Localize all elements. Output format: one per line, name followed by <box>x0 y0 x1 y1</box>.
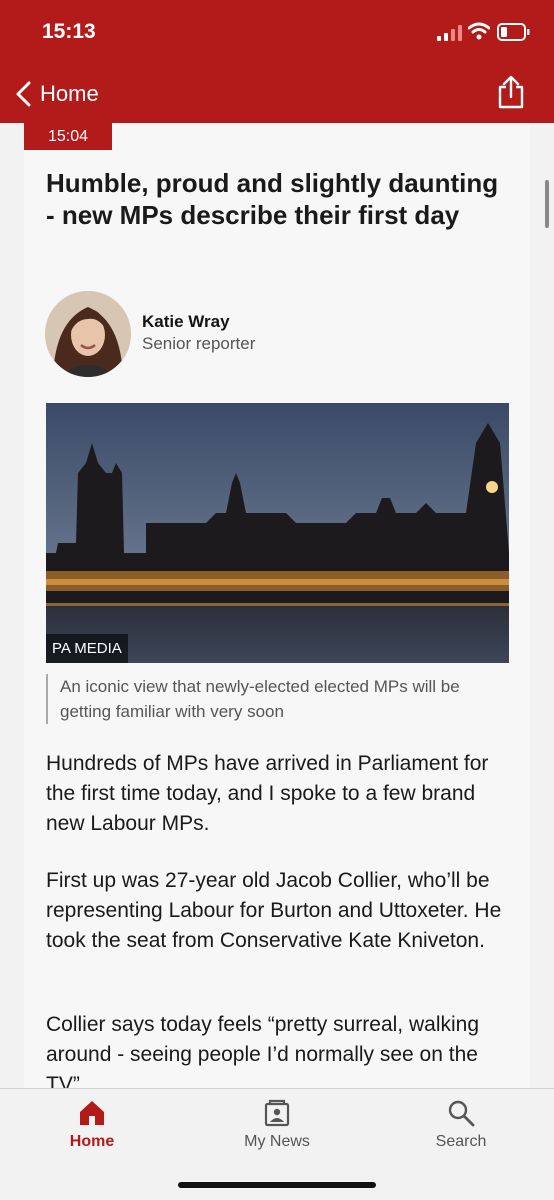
author-role: Senior reporter <box>142 334 256 353</box>
post-paragraph: First up was 27-year old Jacob Collier, … <box>46 869 502 952</box>
parliament-photo[interactable]: PA MEDIA <box>46 403 509 663</box>
post-headline: Humble, proud and slightly daunting - ne… <box>46 168 499 230</box>
nav-my-news[interactable]: My News <box>217 1099 337 1151</box>
author-name: Katie Wray <box>142 312 230 331</box>
search-icon <box>448 1100 475 1127</box>
nav-search[interactable]: Search <box>401 1099 521 1151</box>
nav-my-news-label: My News <box>244 1133 310 1150</box>
photo-caption: An iconic view that newly-elected electe… <box>46 674 509 724</box>
home-icon <box>80 1101 104 1125</box>
home-indicator[interactable] <box>178 1182 376 1188</box>
status-time: 15:13 <box>42 20 96 43</box>
post-paragraph: Collier says today feels “pretty surreal… <box>46 1013 480 1088</box>
author-avatar <box>45 291 131 377</box>
post-paragraph: Hundreds of MPs have arrived in Parliame… <box>46 752 489 835</box>
nav-home[interactable]: Home <box>32 1099 152 1151</box>
photo-credit: PA MEDIA <box>46 634 128 663</box>
back-button[interactable]: Home <box>14 78 99 110</box>
top-bar: 15:13 Home <box>0 0 554 123</box>
share-icon[interactable] <box>496 75 526 109</box>
scrollbar[interactable] <box>545 180 549 228</box>
battery-icon <box>497 23 530 41</box>
back-label: Home <box>40 81 99 106</box>
my-news-icon <box>264 1099 290 1127</box>
chevron-left-icon <box>16 81 31 107</box>
nav-home-label: Home <box>69 1133 115 1150</box>
live-post-card: 15:04 Humble, proud and slightly dauntin… <box>24 123 530 1088</box>
nav-search-label: Search <box>435 1133 487 1150</box>
cellular-signal-icon <box>437 25 462 41</box>
post-time-badge: 15:04 <box>24 123 112 150</box>
wifi-icon <box>468 22 490 40</box>
